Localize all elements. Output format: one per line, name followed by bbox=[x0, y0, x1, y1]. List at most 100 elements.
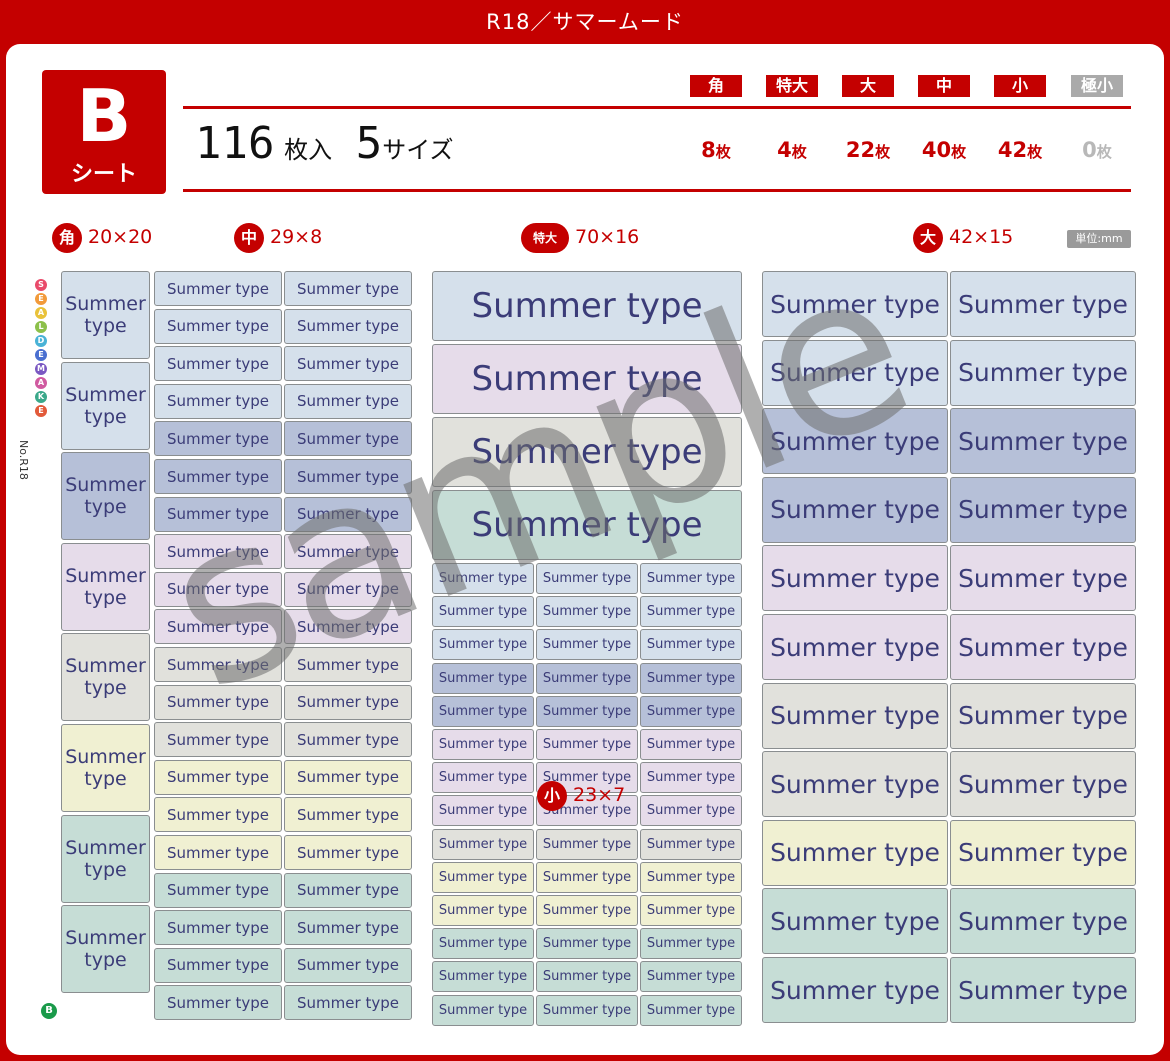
label-sho: Summer type bbox=[432, 563, 534, 594]
size-count-3: 40枚 bbox=[909, 138, 979, 162]
sealdemake-logo: SEALDEMAKE bbox=[34, 277, 52, 419]
label-sho: Summer type bbox=[432, 861, 534, 893]
size-tag-5: 極小 bbox=[1071, 75, 1123, 97]
label-dai: Summer type bbox=[950, 751, 1136, 818]
label-chu: Summer type bbox=[284, 872, 412, 908]
label-chu: Summer type bbox=[284, 346, 412, 382]
label-sho: Summer type bbox=[432, 961, 534, 993]
size-count-unit: 枚 bbox=[791, 143, 807, 161]
label-dai: Summer type bbox=[762, 408, 948, 475]
logo-letter: E bbox=[35, 293, 47, 305]
label-sho: Summer type bbox=[536, 861, 638, 893]
unit-label: 単位:mm bbox=[1067, 230, 1131, 248]
label-sho: Summer type bbox=[432, 828, 534, 860]
label-sho: Summer type bbox=[640, 928, 742, 960]
size-count-4: 42枚 bbox=[985, 138, 1055, 162]
total-count-unit: 枚入 bbox=[284, 136, 333, 164]
label-chu: Summer type bbox=[284, 496, 412, 532]
label-dai: Summer type bbox=[950, 271, 1136, 337]
label-kaku: Summer type bbox=[61, 542, 150, 631]
label-chu: Summer type bbox=[154, 346, 282, 382]
label-sho: Summer type bbox=[640, 629, 742, 661]
header-rule-top bbox=[183, 106, 1131, 109]
sheet-summary: 116 枚入 5サイズ bbox=[195, 118, 454, 169]
header-sho: 小 23×7 bbox=[537, 780, 626, 811]
label-chu: Summer type bbox=[154, 985, 282, 1021]
label-kaku: Summer type bbox=[61, 905, 150, 994]
size-tag-0: 角 bbox=[690, 75, 742, 97]
label-dai: Summer type bbox=[762, 339, 948, 406]
tag-tokudai: 特大 bbox=[521, 222, 569, 253]
label-sho: Summer type bbox=[640, 795, 742, 827]
label-tokudai: Summer type bbox=[432, 344, 742, 414]
size-count-unit: 枚 bbox=[875, 143, 891, 161]
label-chu: Summer type bbox=[284, 910, 412, 946]
label-chu: Summer type bbox=[154, 835, 282, 870]
label-chu: Summer type bbox=[284, 459, 412, 494]
tag-chu: 中 bbox=[234, 222, 264, 253]
label-dai: Summer type bbox=[762, 545, 948, 612]
label-chu: Summer type bbox=[284, 722, 412, 758]
label-kaku: Summer type bbox=[61, 452, 150, 541]
label-kaku: Summer type bbox=[61, 814, 150, 903]
label-dai: Summer type bbox=[762, 751, 948, 818]
label-chu: Summer type bbox=[284, 421, 412, 457]
title-bar: R18／サマームード bbox=[486, 10, 684, 34]
label-chu: Summer type bbox=[284, 684, 412, 720]
logo-letter: A bbox=[35, 307, 47, 319]
logo-letter: S bbox=[35, 279, 47, 291]
header-chu: 中 29×8 bbox=[234, 222, 323, 253]
label-tokudai: Summer type bbox=[432, 490, 742, 560]
label-chu: Summer type bbox=[154, 947, 282, 983]
label-dai: Summer type bbox=[762, 682, 948, 749]
size-count-value: 22 bbox=[845, 138, 876, 162]
label-chu: Summer type bbox=[284, 609, 412, 645]
sheet-letter: B bbox=[76, 74, 132, 158]
dims-dai: 42×15 bbox=[949, 226, 1014, 248]
size-count-2: 22枚 bbox=[833, 138, 903, 162]
label-dai: Summer type bbox=[950, 819, 1136, 886]
label-kaku: Summer type bbox=[61, 633, 150, 722]
label-sho: Summer type bbox=[640, 695, 742, 727]
size-count-unit: 枚 bbox=[715, 143, 731, 161]
sheet-mark-icon: B bbox=[41, 1003, 57, 1019]
sheet-badge: B シート bbox=[42, 70, 166, 194]
label-chu: Summer type bbox=[154, 383, 282, 419]
dims-chu: 29×8 bbox=[270, 226, 323, 248]
label-tokudai: Summer type bbox=[432, 271, 742, 341]
label-dai: Summer type bbox=[950, 545, 1136, 612]
size-count-unit: サイズ bbox=[382, 136, 454, 164]
label-sho: Summer type bbox=[640, 563, 742, 594]
label-dai: Summer type bbox=[950, 339, 1136, 406]
label-chu: Summer type bbox=[284, 797, 412, 833]
label-chu: Summer type bbox=[154, 571, 282, 607]
size-count-value: 4 bbox=[777, 138, 792, 162]
label-sho: Summer type bbox=[432, 596, 534, 628]
label-dai: Summer type bbox=[762, 614, 948, 680]
size-tag-1: 特大 bbox=[766, 75, 818, 97]
header-dai: 大 42×15 bbox=[913, 222, 1014, 253]
label-dai: Summer type bbox=[950, 614, 1136, 680]
label-dai: Summer type bbox=[762, 476, 948, 543]
label-dai: Summer type bbox=[762, 888, 948, 955]
size-count-value: 40 bbox=[921, 138, 952, 162]
label-sho: Summer type bbox=[640, 861, 742, 893]
logo-letter: K bbox=[35, 391, 47, 403]
dims-sho: 23×7 bbox=[573, 784, 626, 806]
label-chu: Summer type bbox=[284, 383, 412, 419]
label-chu: Summer type bbox=[154, 421, 282, 457]
label-sho: Summer type bbox=[640, 596, 742, 628]
label-sho: Summer type bbox=[640, 729, 742, 760]
logo-number: No.R18 bbox=[17, 440, 30, 480]
label-sho: Summer type bbox=[536, 994, 638, 1026]
label-chu: Summer type bbox=[154, 684, 282, 720]
header-kaku: 角 20×20 bbox=[52, 222, 152, 253]
header-tokudai: 特大 70×16 bbox=[521, 222, 639, 253]
size-count-0: 8枚 bbox=[681, 138, 751, 162]
size-count-unit: 枚 bbox=[1027, 143, 1043, 161]
label-chu: Summer type bbox=[154, 609, 282, 645]
label-sho: Summer type bbox=[640, 762, 742, 794]
sheet-label: シート bbox=[70, 162, 137, 187]
label-sho: Summer type bbox=[640, 994, 742, 1026]
label-sho: Summer type bbox=[536, 961, 638, 993]
